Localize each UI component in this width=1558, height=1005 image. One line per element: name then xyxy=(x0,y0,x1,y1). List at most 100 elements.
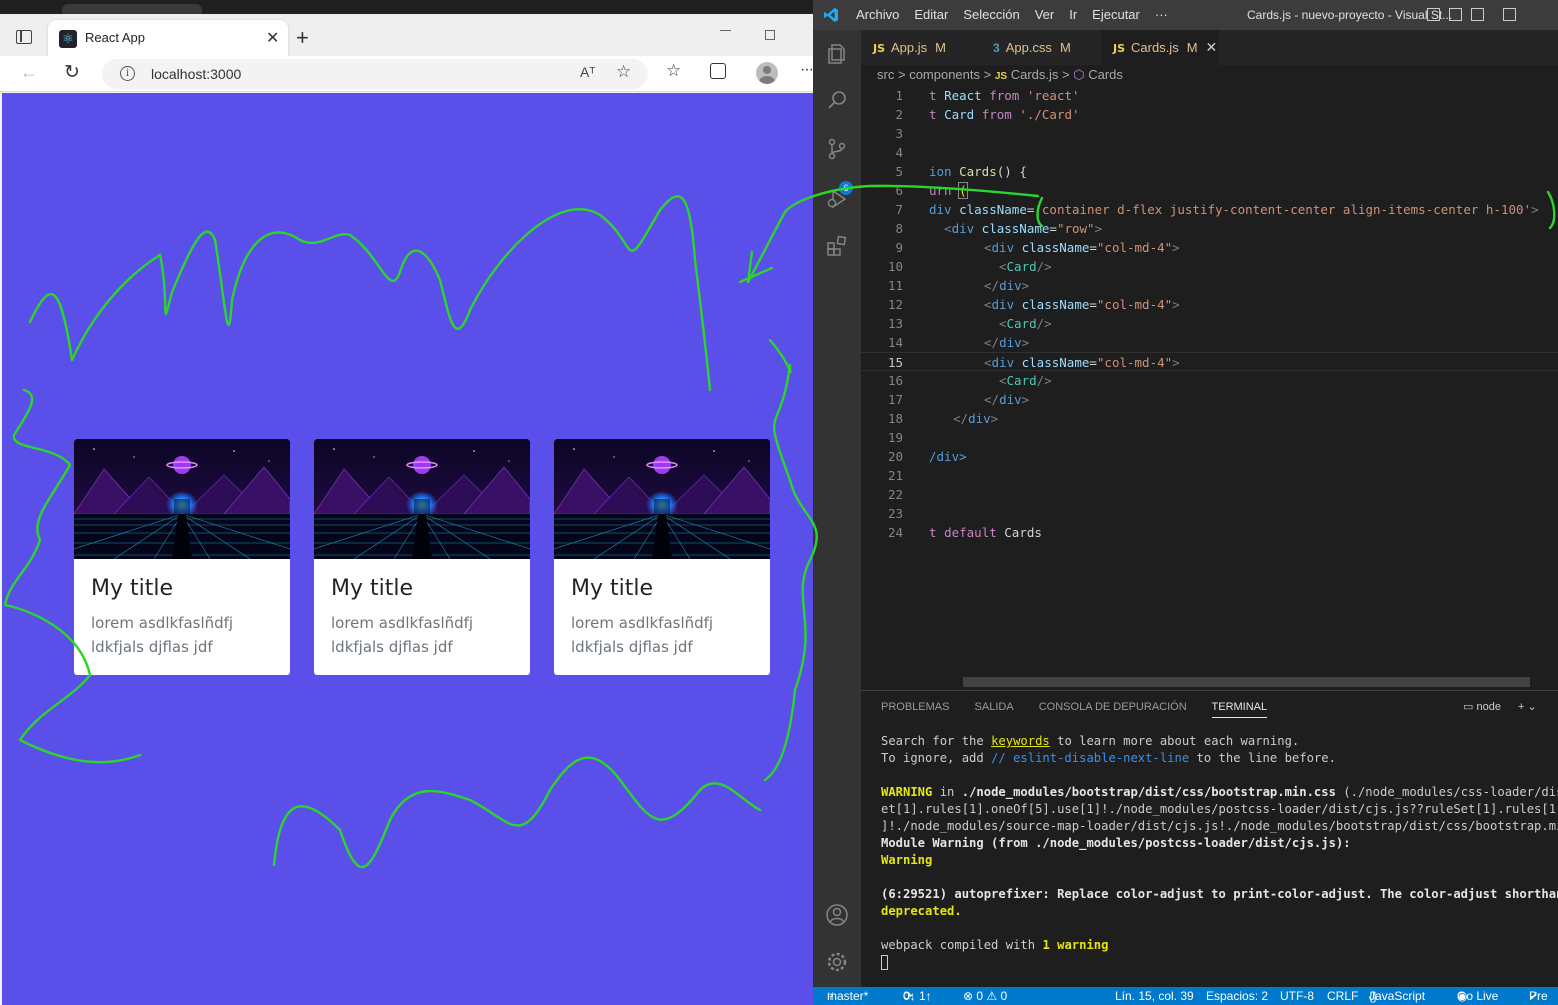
address-bar[interactable]: i localhost:3000 Aᵀ ☆ xyxy=(102,59,648,89)
breadcrumb-separator: > xyxy=(1062,67,1070,82)
breadcrumb-components[interactable]: components xyxy=(909,67,980,82)
more-menu-icon[interactable]: ··· xyxy=(800,61,813,79)
tab-cards-js[interactable]: JS Cards.js M ✕ xyxy=(1101,30,1219,65)
menu-seleccion[interactable]: Selección xyxy=(963,7,1019,22)
code-line: 2 t Card from './Card' xyxy=(861,105,1558,124)
code-text: <Card/> xyxy=(999,259,1052,274)
line-number: 17 xyxy=(887,392,903,407)
code-text: <Card/> xyxy=(999,373,1052,388)
breadcrumb-file[interactable]: Cards.js xyxy=(1011,67,1059,82)
explorer-icon[interactable] xyxy=(825,42,849,66)
code-text: <div className="col-md-4"> xyxy=(984,355,1180,370)
line-number: 23 xyxy=(887,506,903,521)
tab-close-icon[interactable]: ✕ xyxy=(1206,39,1218,55)
back-arrow-icon[interactable]: ← xyxy=(20,62,38,83)
settings-gear-icon[interactable] xyxy=(825,950,849,974)
status-problems[interactable]: ⊗ 0 ⚠ 0 xyxy=(963,987,1007,1005)
status-indentation[interactable]: Espacios: 2 xyxy=(1206,987,1268,1005)
menu-more[interactable]: ··· xyxy=(1155,7,1168,22)
address-text[interactable]: localhost:3000 xyxy=(151,66,241,82)
new-tab-button[interactable]: + xyxy=(296,27,309,49)
extensions-icon[interactable] xyxy=(825,234,849,258)
horizontal-scrollbar[interactable] xyxy=(963,677,1530,687)
site-info-icon[interactable]: i xyxy=(120,66,135,81)
panel-tab-terminal[interactable]: TERMINAL xyxy=(1211,701,1268,718)
card-image xyxy=(554,439,770,559)
line-number: 24 xyxy=(887,525,903,540)
run-debug-icon[interactable] xyxy=(825,187,849,211)
add-favorite-icon[interactable]: ☆ xyxy=(616,62,631,82)
panel-tab-output[interactable]: SALIDA xyxy=(975,701,1014,713)
line-number: 10 xyxy=(887,259,903,274)
line-number: 15 xyxy=(887,355,903,370)
code-editor[interactable]: 1 t React from 'react' 2 t Card from './Ca… xyxy=(861,86,1558,687)
panel-tab-problems[interactable]: PROBLEMAS xyxy=(881,701,949,713)
profile-avatar[interactable] xyxy=(756,62,778,84)
status-encoding[interactable]: UTF-8 xyxy=(1280,987,1314,1005)
menu-archivo[interactable]: Archivo xyxy=(856,7,899,22)
code-line: 20/div> xyxy=(861,447,1558,466)
customize-layout-icon[interactable] xyxy=(1503,8,1516,21)
card-text: lorem asdlkfaslñdfj ldkfjals djflas jdf xyxy=(91,614,234,656)
menu-editar[interactable]: Editar xyxy=(914,7,948,22)
window-title: Cards.js - nuevo-proyecto - Visual St... xyxy=(1247,8,1453,22)
css-file-icon: 3 xyxy=(993,41,1000,55)
chevron-down-icon[interactable]: ⌄ xyxy=(1528,701,1537,713)
terminal-selector[interactable]: ▭ node + ⌄ xyxy=(1463,700,1537,713)
read-aloud-icon[interactable]: Aᵀ xyxy=(580,64,595,80)
code-text: </div> xyxy=(984,392,1030,407)
status-eol[interactable]: CRLF xyxy=(1327,987,1358,1005)
menu-ir[interactable]: Ir xyxy=(1069,7,1077,22)
search-icon[interactable] xyxy=(825,88,849,112)
line-number: 7 xyxy=(895,202,903,217)
tab-actions-icon[interactable] xyxy=(16,30,32,44)
line-number: 12 xyxy=(887,297,903,312)
code-text: urn ( xyxy=(929,182,968,199)
menu-ejecutar[interactable]: Ejecutar xyxy=(1092,7,1140,22)
reload-icon[interactable]: ↻ xyxy=(64,61,80,84)
collections-icon[interactable] xyxy=(710,63,726,79)
menu-ver[interactable]: Ver xyxy=(1035,7,1055,22)
line-number: 19 xyxy=(887,430,903,445)
code-line: 17 </div> xyxy=(861,390,1558,409)
panel-tab-debug-console[interactable]: CONSOLA DE DEPURACIÓN xyxy=(1039,701,1187,713)
toggle-panel-icon[interactable] xyxy=(1449,8,1462,21)
vscode-title-bar: Archivo Editar Selección Ver Ir Ejecutar… xyxy=(813,0,1558,30)
activity-bar: 6 xyxy=(813,30,861,987)
line-number: 8 xyxy=(895,221,903,236)
source-control-icon[interactable] xyxy=(825,137,849,161)
react-favicon-icon: ⚛ xyxy=(59,30,77,48)
card: My title lorem asdlkfaslñdfj ldkfjals dj… xyxy=(74,439,290,675)
code-text: /div> xyxy=(929,449,967,464)
breadcrumb: src > components > JS Cards.js > ⬡ Cards xyxy=(877,67,1123,83)
window-maximize-button[interactable] xyxy=(765,30,775,40)
line-number: 21 xyxy=(887,468,903,483)
line-number: 9 xyxy=(895,240,903,255)
accounts-icon[interactable] xyxy=(825,903,849,927)
code-line: 3 xyxy=(861,124,1558,143)
browser-tab-react-app[interactable]: ⚛ React App ✕ xyxy=(48,20,288,56)
terminal-cursor xyxy=(881,955,888,970)
line-number: 20 xyxy=(887,449,903,464)
line-number: 18 xyxy=(887,411,903,426)
tab-label: App.js xyxy=(891,40,928,55)
toggle-secondary-sidebar-icon[interactable] xyxy=(1471,8,1484,21)
code-text: ion Cards() { xyxy=(929,164,1027,179)
breadcrumb-src[interactable]: src xyxy=(877,67,894,82)
tab-app-js[interactable]: JS App.js M xyxy=(861,30,981,65)
browser-top-strip xyxy=(0,0,813,14)
bottom-panel: PROBLEMAS SALIDA CONSOLA DE DEPURACIÓN T… xyxy=(861,690,1558,987)
code-line: 19 xyxy=(861,428,1558,447)
code-line: 23 xyxy=(861,504,1558,523)
toggle-sidebar-icon[interactable] xyxy=(1427,8,1440,21)
breadcrumb-symbol[interactable]: Cards xyxy=(1088,67,1123,82)
tab-app-css[interactable]: 3 App.css M xyxy=(981,30,1101,65)
favorites-icon[interactable]: ☆ xyxy=(666,61,681,81)
tab-close-icon[interactable]: ✕ xyxy=(266,28,279,48)
code-line: 16 <Card/> xyxy=(861,371,1558,390)
status-position[interactable]: Lín. 15, col. 39 xyxy=(1115,987,1194,1005)
window-minimize-button[interactable] xyxy=(720,30,731,31)
new-terminal-icon[interactable]: + xyxy=(1518,701,1524,713)
page-viewport: My title lorem asdlkfaslñdfj ldkfjals dj… xyxy=(2,93,813,1005)
terminal-output[interactable]: Search for the keywords to learn more ab… xyxy=(881,733,1558,971)
